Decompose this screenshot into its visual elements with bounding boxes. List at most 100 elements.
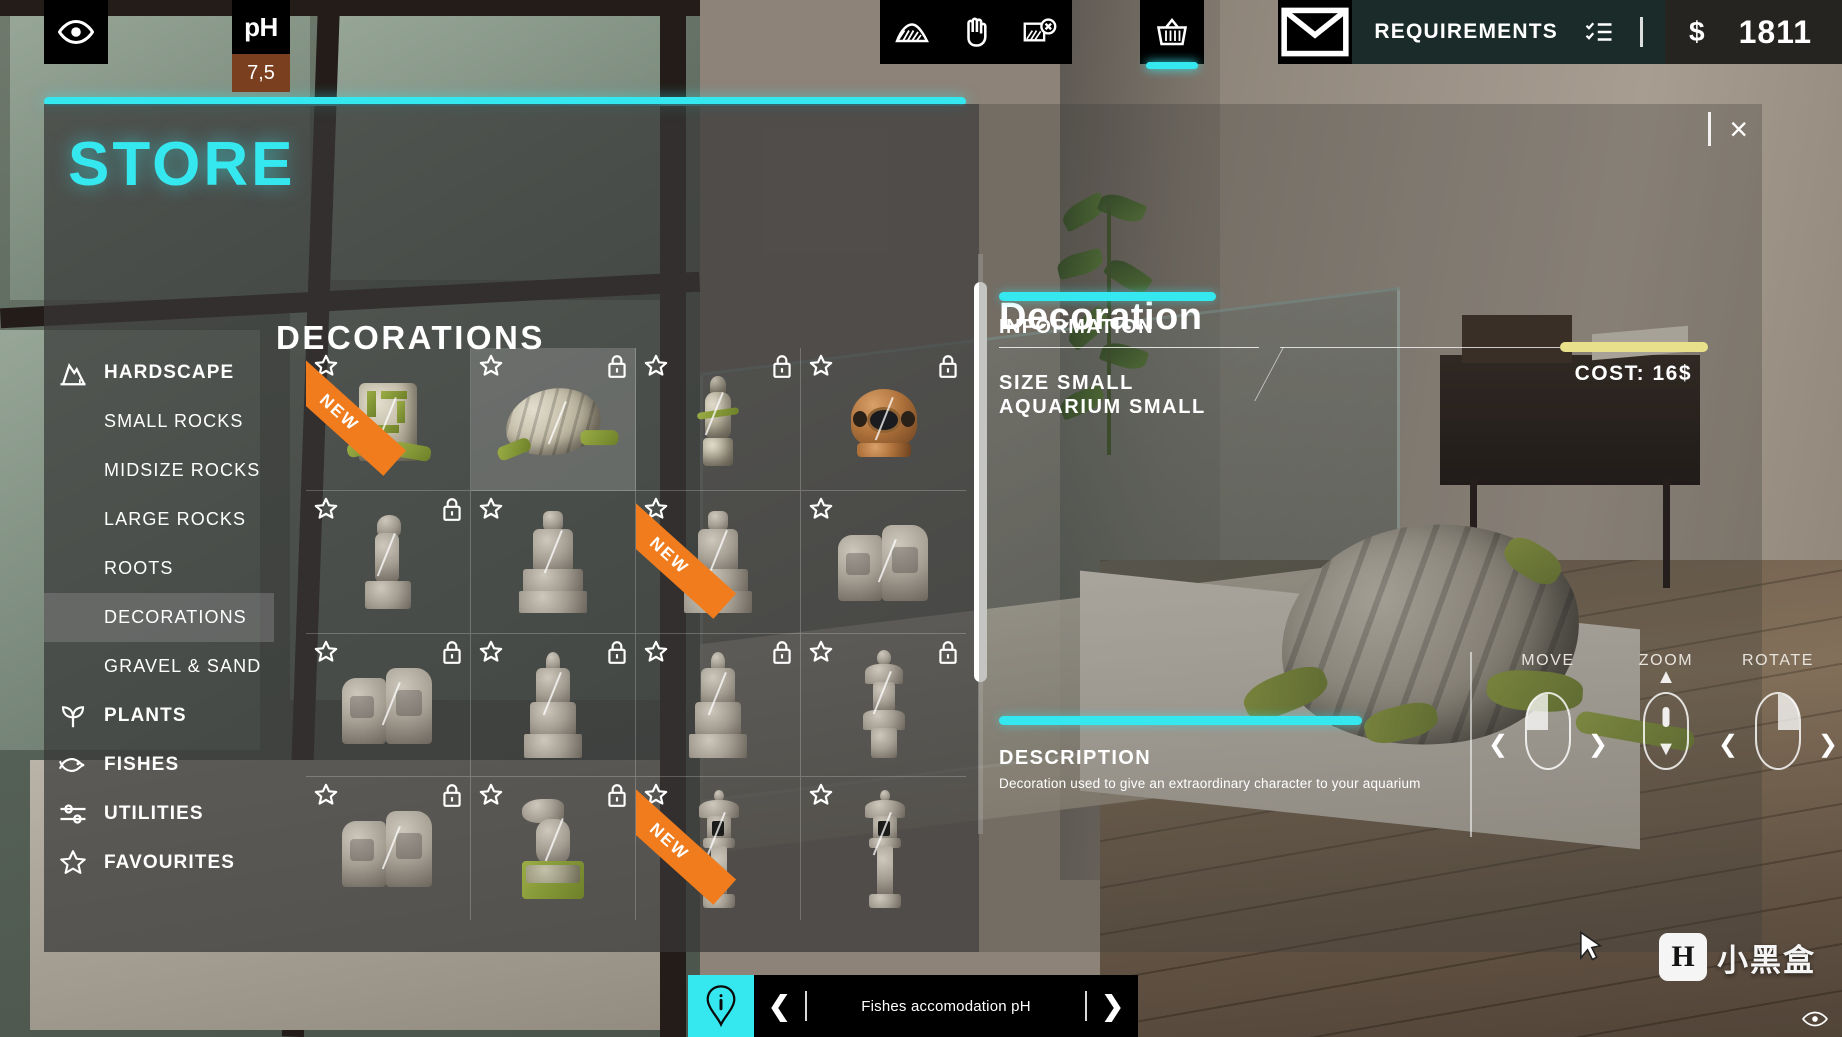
store-item-diving-helmet[interactable] bbox=[801, 348, 966, 491]
sidebar-item-fishes[interactable]: FISHES bbox=[44, 740, 274, 789]
store-item-green-statue[interactable] bbox=[636, 348, 801, 491]
store-item-ruined-shrine[interactable] bbox=[306, 777, 471, 920]
requirements-group: REQUIREMENTS $ 1811 bbox=[1278, 0, 1842, 64]
description-accent-bar bbox=[999, 716, 1362, 725]
favourite-star-icon[interactable] bbox=[313, 496, 339, 522]
cost-label: COST: 16$ bbox=[1574, 362, 1692, 385]
cost-leader-diagonal bbox=[1254, 347, 1284, 401]
money-display: $ 1811 bbox=[1665, 0, 1842, 64]
sidebar-item-label: FAVOURITES bbox=[104, 851, 235, 873]
sidebar-item-label: SMALL ROCKS bbox=[104, 411, 244, 431]
sliders-icon bbox=[58, 799, 104, 829]
hint-rotate: ROTATE ❮ ❯ bbox=[1718, 652, 1838, 770]
sidebar-item-favourites[interactable]: FAVOURITES bbox=[44, 838, 274, 887]
sidebar-item-utilities[interactable]: UTILITIES bbox=[44, 789, 274, 838]
sidebar-item-label: HARDSCAPE bbox=[104, 361, 235, 383]
checklist-icon bbox=[1585, 22, 1612, 41]
divider bbox=[804, 991, 807, 1021]
camera-control-hints: MOVE ❮ ❯ ZOOM ▲ ▼ ROTATE ❮ ❯ bbox=[1470, 652, 1842, 837]
store-item-tall-monument[interactable] bbox=[636, 634, 801, 777]
divider bbox=[1470, 652, 1472, 837]
sidebar-item-midsize-rocks[interactable]: MIDSIZE ROCKS bbox=[44, 446, 274, 495]
lock-icon bbox=[443, 784, 461, 807]
watermark-text: 小黑盒 bbox=[1717, 942, 1816, 978]
sidebar-item-roots[interactable]: ROOTS bbox=[44, 544, 274, 593]
mouse-icon bbox=[1755, 692, 1801, 770]
store-item-tall-lantern[interactable] bbox=[801, 777, 966, 920]
information-accent-bar bbox=[999, 292, 1216, 301]
divider bbox=[1708, 112, 1712, 146]
info-pin-icon bbox=[706, 985, 736, 1027]
store-item-stone-obelisk[interactable] bbox=[471, 634, 636, 777]
favourite-star-icon[interactable] bbox=[808, 353, 834, 379]
sand-remove-icon bbox=[1023, 18, 1057, 42]
store-item-temple-idol[interactable] bbox=[471, 491, 636, 634]
favourite-star-icon[interactable] bbox=[313, 639, 339, 665]
hand-icon bbox=[967, 17, 987, 47]
visibility-toggle-button[interactable] bbox=[44, 0, 108, 64]
sidebar-item-plants[interactable]: PLANTS bbox=[44, 691, 274, 740]
sidebar-item-label: GRAVEL & SAND bbox=[104, 656, 262, 676]
store-item-foo-dog-statue[interactable] bbox=[471, 777, 636, 920]
sidebar-item-label: ROOTS bbox=[104, 558, 174, 578]
aquarium-line: AQUARIUM SMALL bbox=[999, 396, 1206, 418]
tip-next-button[interactable]: ❯ bbox=[1087, 991, 1138, 1022]
info-button[interactable] bbox=[688, 975, 754, 1037]
divider bbox=[1085, 991, 1088, 1021]
eye-icon[interactable] bbox=[1802, 1009, 1828, 1029]
favourite-star-icon[interactable] bbox=[478, 353, 504, 379]
rock-icon bbox=[60, 362, 86, 385]
plant-icon bbox=[61, 705, 85, 727]
favourite-star-icon[interactable] bbox=[808, 496, 834, 522]
hand-grab-button[interactable] bbox=[944, 0, 1008, 64]
star-icon bbox=[58, 848, 104, 878]
size-line: SIZE SMALL bbox=[999, 372, 1134, 394]
star-icon bbox=[60, 849, 86, 874]
favourite-star-icon[interactable] bbox=[478, 496, 504, 522]
requirements-button[interactable]: REQUIREMENTS bbox=[1352, 0, 1665, 64]
sidebar-item-gravel-sand[interactable]: GRAVEL & SAND bbox=[44, 642, 274, 691]
chevron-left-icon: ❮ bbox=[1718, 731, 1739, 758]
requirements-label: REQUIREMENTS bbox=[1374, 20, 1558, 43]
description-text: Decoration used to give an extraordinary… bbox=[999, 776, 1421, 791]
sidebar-item-decorations[interactable]: DECORATIONS bbox=[44, 593, 274, 642]
sidebar-item-label: LARGE ROCKS bbox=[104, 509, 247, 529]
tip-prev-button[interactable]: ❮ bbox=[754, 991, 805, 1022]
favourite-star-icon[interactable] bbox=[313, 782, 339, 808]
favourite-star-icon[interactable] bbox=[643, 639, 669, 665]
favourite-star-icon[interactable] bbox=[808, 782, 834, 808]
sidebar-item-small-rocks[interactable]: SMALL ROCKS bbox=[44, 397, 274, 446]
store-item-seated-figure[interactable]: NEW bbox=[636, 491, 801, 634]
chevron-left-icon: ❮ bbox=[1488, 731, 1509, 758]
ph-indicator[interactable]: pH 7,5 bbox=[232, 0, 290, 92]
lock-icon bbox=[773, 355, 791, 378]
plant-icon bbox=[58, 701, 104, 731]
fish-icon bbox=[58, 757, 85, 772]
sidebar-item-large-rocks[interactable]: LARGE ROCKS bbox=[44, 495, 274, 544]
remove-sand-button[interactable] bbox=[1008, 0, 1072, 64]
favourite-star-icon[interactable] bbox=[478, 782, 504, 808]
store-item-carved-ruins[interactable] bbox=[801, 491, 966, 634]
favourite-star-icon[interactable] bbox=[478, 639, 504, 665]
store-basket-button[interactable] bbox=[1140, 0, 1204, 69]
lock-icon bbox=[608, 784, 626, 807]
lock-icon bbox=[773, 641, 791, 664]
hint-rotate-label: ROTATE bbox=[1741, 652, 1815, 669]
store-item-pagoda-tower[interactable] bbox=[801, 634, 966, 777]
envelope-icon bbox=[1281, 7, 1350, 57]
store-item-serpent-pillar[interactable] bbox=[306, 491, 471, 634]
store-item-aztec-totem[interactable]: NEW bbox=[306, 348, 471, 491]
store-item-mossy-shell[interactable] bbox=[471, 348, 636, 491]
close-icon[interactable]: × bbox=[1729, 113, 1748, 145]
mouse-icon bbox=[1525, 692, 1571, 770]
tip-body: ❮ Fishes accomodation pH ❯ bbox=[754, 975, 1138, 1037]
ph-label: pH bbox=[232, 0, 290, 54]
favourite-star-icon[interactable] bbox=[643, 353, 669, 379]
sidebar-item-hardscape[interactable]: HARDSCAPE bbox=[44, 348, 274, 397]
terrain-sand-button[interactable] bbox=[880, 0, 944, 64]
store-item-broken-temple[interactable] bbox=[306, 634, 471, 777]
store-item-stone-lantern[interactable]: NEW bbox=[636, 777, 801, 920]
favourite-star-icon[interactable] bbox=[808, 639, 834, 665]
sidebar-item-label: DECORATIONS bbox=[104, 607, 247, 627]
mail-button[interactable] bbox=[1278, 0, 1353, 64]
